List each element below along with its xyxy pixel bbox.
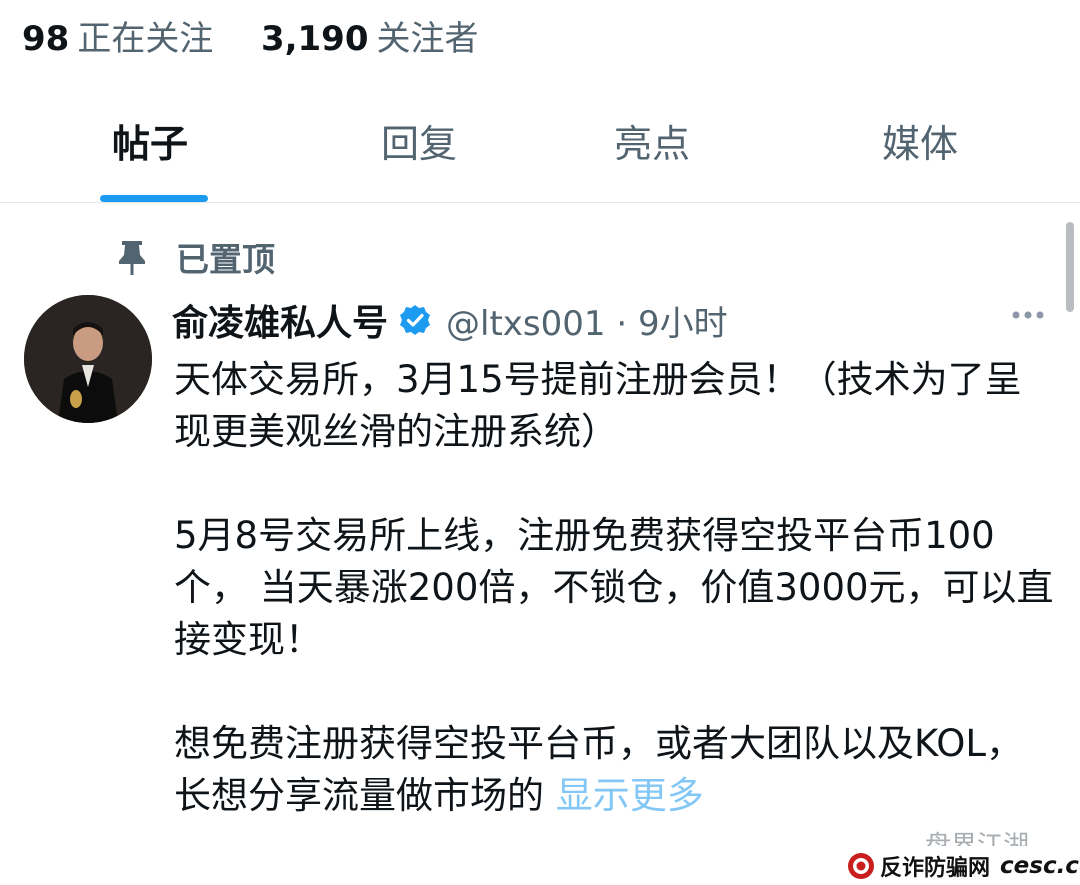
followers-count: 3,190	[260, 19, 369, 59]
site-logo-icon	[846, 851, 876, 881]
tweet-text[interactable]: 天体交易所，3月15号提前注册会员！（技术为了呈现更美观丝滑的注册系统） 5月8…	[174, 354, 1054, 822]
followers-label: 关注者	[376, 19, 479, 59]
tab-posts[interactable]: 帖子	[112, 114, 188, 174]
site-domain: cesc.cc	[1000, 852, 1080, 879]
author-name[interactable]: 俞凌雄私人号	[172, 294, 388, 346]
tab-replies[interactable]: 回复	[381, 114, 457, 174]
scrollbar[interactable]	[1066, 222, 1074, 312]
verified-badge-icon	[398, 303, 432, 337]
followers-link[interactable]: 3,190 关注者	[261, 19, 479, 59]
pinned-indicator: 已置顶	[110, 232, 275, 282]
tab-highlights[interactable]: 亮点	[614, 114, 690, 174]
tab-media[interactable]: 媒体	[882, 114, 958, 174]
more-options-icon[interactable]	[1006, 300, 1050, 330]
site-watermark: 反诈防骗网 cesc.cc	[842, 846, 1080, 885]
profile-stats: 98 正在关注 3,190 关注者	[22, 14, 479, 64]
author-handle-time: @ltxs001 · 9小时	[446, 303, 728, 344]
user-avatar[interactable]	[24, 295, 152, 423]
tweet-paragraph: 天体交易所，3月15号提前注册会员！（技术为了呈现更美观丝滑的注册系统）	[174, 358, 1022, 453]
tweet-header: 俞凌雄私人号 @ltxs001 · 9小时	[172, 292, 728, 348]
active-tab-indicator	[100, 195, 208, 202]
following-label: 正在关注	[77, 19, 214, 59]
pinned-label: 已置顶	[176, 240, 275, 279]
site-name: 反诈防骗网	[880, 855, 991, 881]
show-more-link[interactable]: 显示更多	[556, 774, 704, 817]
following-link[interactable]: 98 正在关注	[22, 19, 224, 59]
tweet-paragraph: 5月8号交易所上线，注册免费获得空投平台币100个， 当天暴涨200倍，不锁仓，…	[174, 514, 1054, 661]
tweet-paragraph: 想免费注册获得空投平台币，或者大团队以及KOL，长想分享流量做市场的 显示更多	[174, 718, 1054, 822]
profile-tabs: 帖子 回复 亮点 媒体	[0, 100, 1080, 203]
pin-icon	[110, 235, 154, 279]
following-count: 98	[22, 19, 70, 59]
